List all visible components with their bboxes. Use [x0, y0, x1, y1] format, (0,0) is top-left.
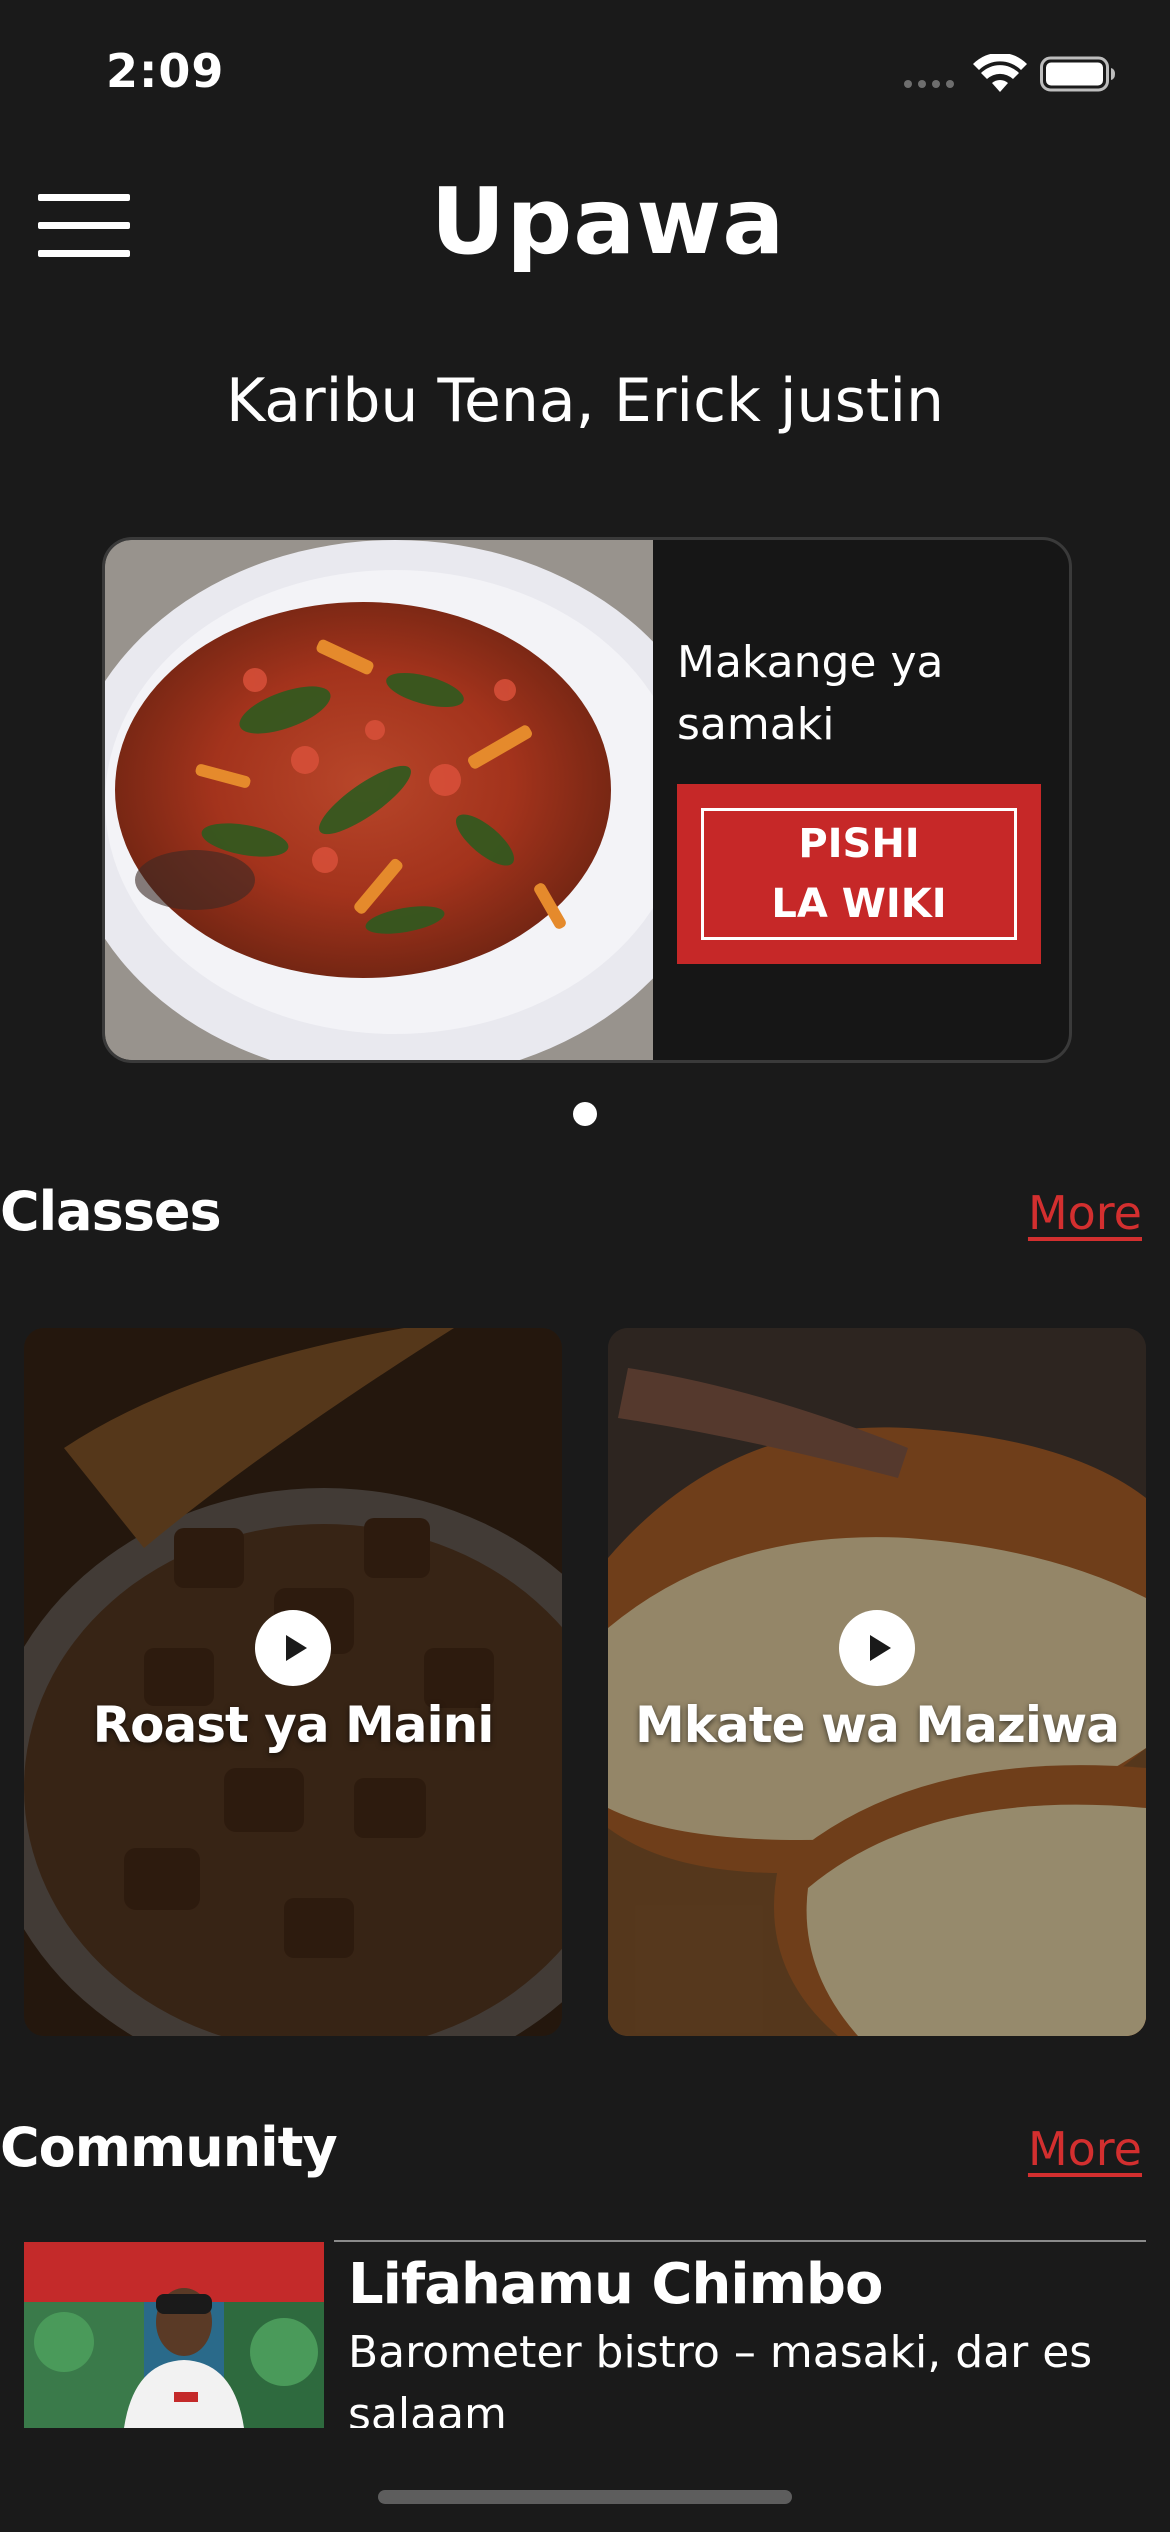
- home-indicator[interactable]: [378, 2490, 792, 2504]
- classes-more-link[interactable]: More: [1028, 1186, 1142, 1240]
- classes-title: Classes: [0, 1180, 222, 1243]
- class-card-roast-ya-maini[interactable]: Roast ya Maini: [24, 1328, 562, 2036]
- button-label-line-2: LA WIKI: [771, 881, 947, 927]
- cellular-signal-icon: [904, 80, 954, 88]
- bottom-clip: [0, 2428, 1170, 2532]
- class-title: Roast ya Maini: [92, 1696, 495, 1754]
- carousel-indicator-dot[interactable]: [573, 1102, 597, 1126]
- featured-dish-name: Makange ya samaki: [677, 637, 944, 750]
- greeting-text: Karibu Tena, Erick justin: [225, 366, 945, 436]
- pishi-la-wiki-button[interactable]: PISHI LA WIKI: [677, 784, 1041, 964]
- community-title: Community: [0, 2116, 338, 2179]
- battery-icon: [1040, 56, 1115, 92]
- wifi-icon: [973, 54, 1027, 92]
- play-icon[interactable]: [839, 1610, 915, 1686]
- divider: [334, 2240, 1146, 2242]
- button-label-line-1: PISHI: [798, 821, 920, 867]
- community-avatar-image[interactable]: [24, 2242, 324, 2428]
- app-title: Upawa: [430, 168, 786, 275]
- class-card-mkate-wa-maziwa[interactable]: Mkate wa Maziwa: [608, 1328, 1146, 2036]
- community-more-link[interactable]: More: [1028, 2122, 1142, 2176]
- play-icon[interactable]: [255, 1610, 331, 1686]
- status-time: 2:09: [106, 44, 225, 98]
- featured-dish-image: [105, 540, 653, 1060]
- community-member-name[interactable]: Lifahamu Chimbo: [348, 2252, 883, 2317]
- class-title: Mkate wa Maziwa: [635, 1696, 1120, 1754]
- featured-recipe-card[interactable]: Makange ya samaki PISHI LA WIKI: [102, 537, 1072, 1063]
